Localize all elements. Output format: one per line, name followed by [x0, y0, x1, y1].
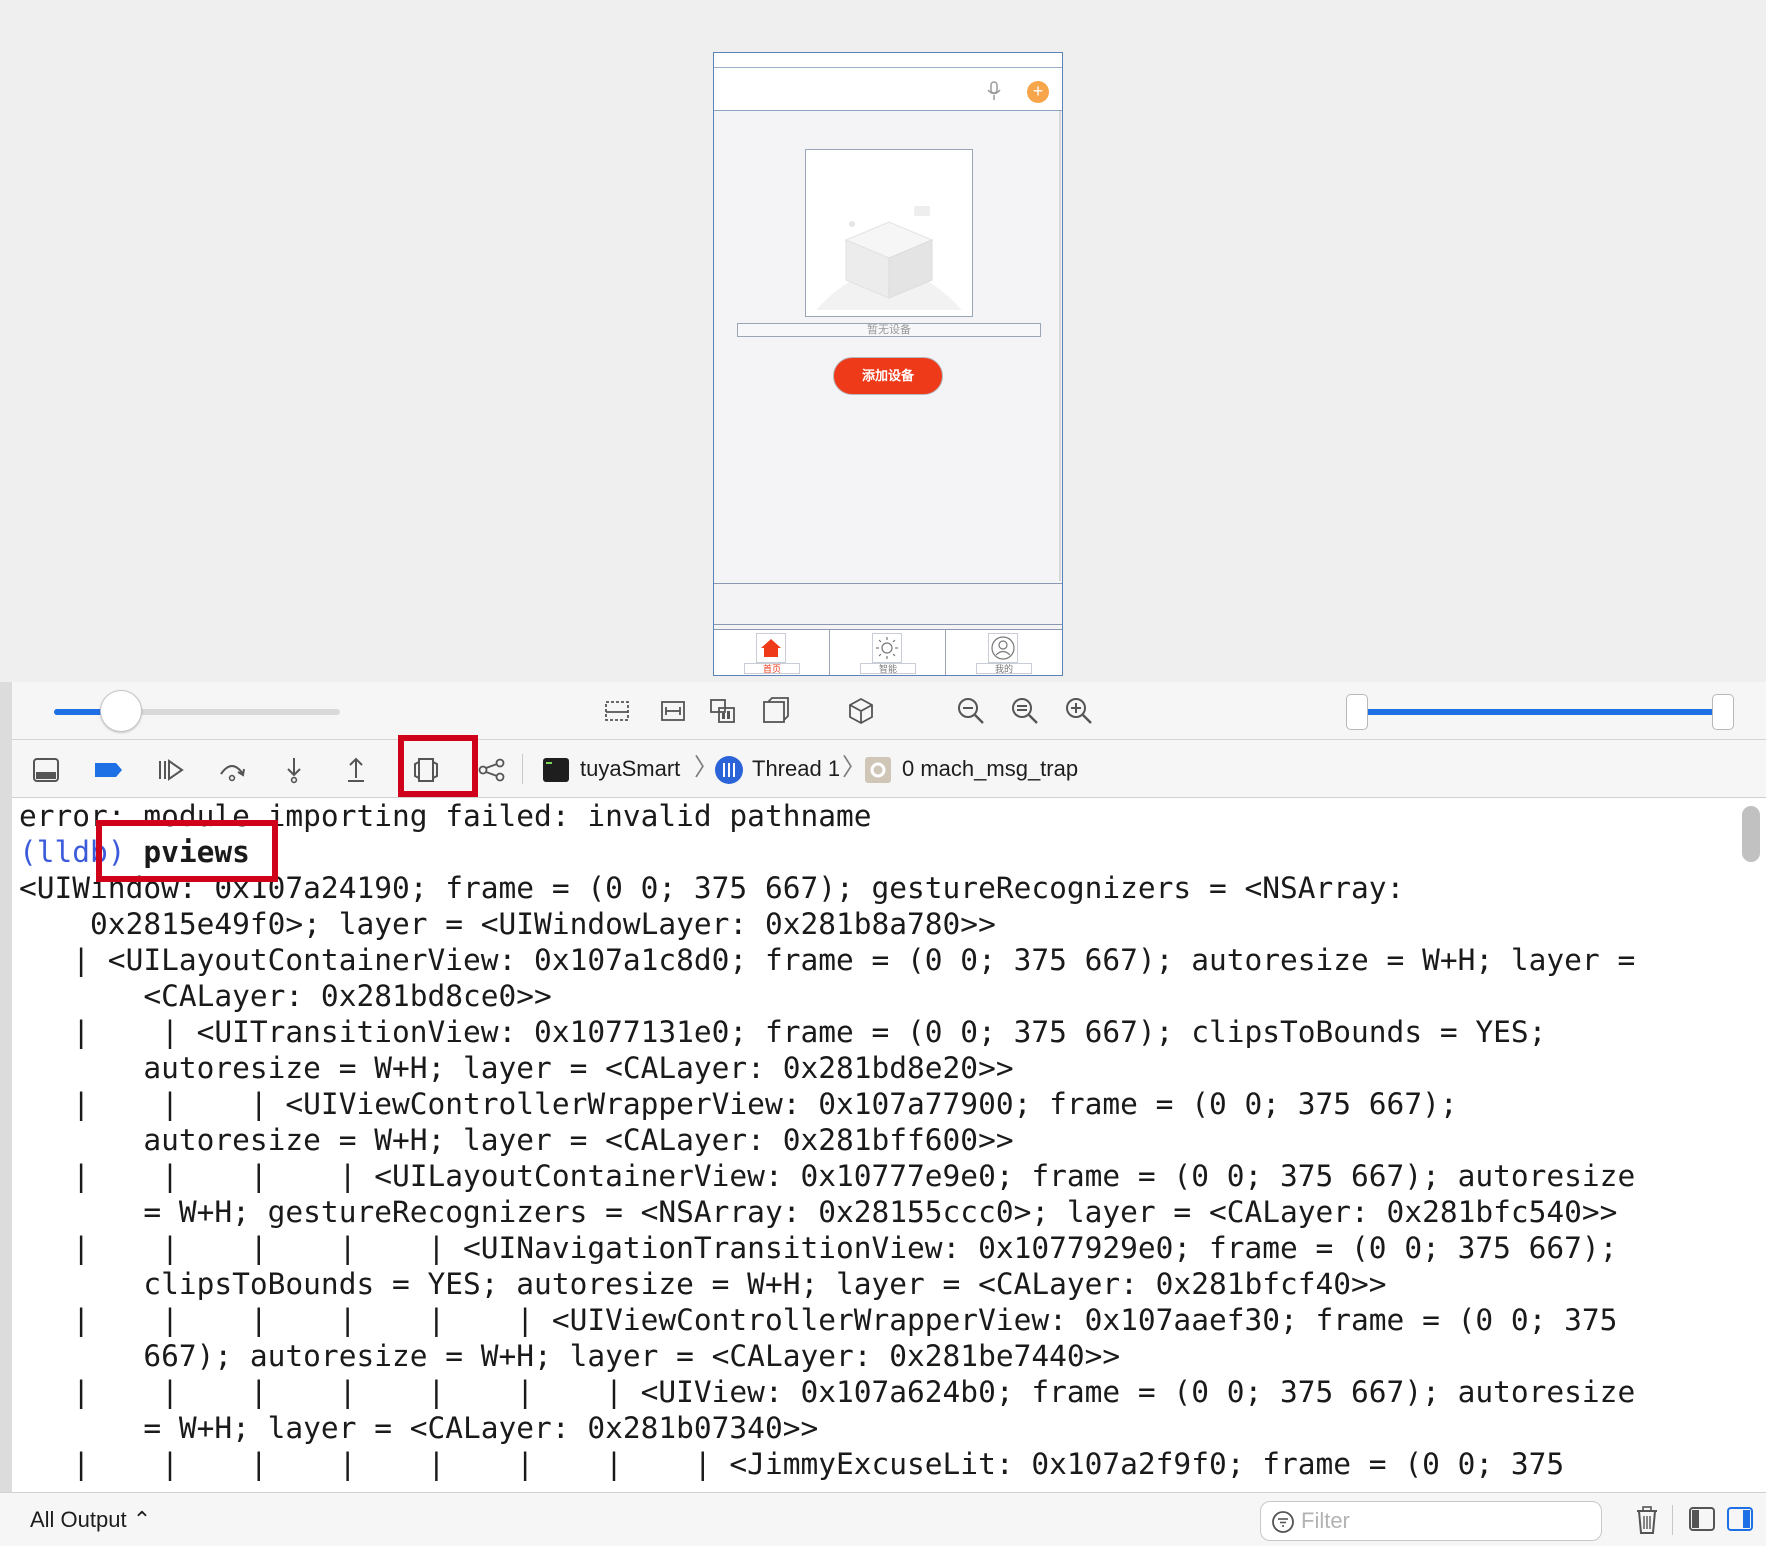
filter-icon	[1272, 1511, 1294, 1533]
zoom-out-icon[interactable]	[956, 696, 986, 726]
content-bottom-view	[714, 583, 1062, 625]
empty-box-illustration	[816, 206, 962, 310]
footer-divider	[1672, 1505, 1673, 1535]
filter-input[interactable]	[1301, 1506, 1591, 1536]
tab-label: 智能	[860, 663, 916, 674]
spacing-slider-knob[interactable]	[100, 690, 142, 732]
navigation-bar[interactable]: +	[714, 53, 1062, 111]
console-scrollbar[interactable]	[1742, 806, 1760, 862]
home-icon	[756, 633, 786, 663]
breadcrumb-app[interactable]: tuyaSmart	[580, 754, 680, 784]
terminal-app-icon	[543, 758, 569, 782]
console-line: | | | | | <UINavigationTransitionView: 0…	[19, 1231, 1618, 1265]
filter-field[interactable]	[1260, 1501, 1602, 1541]
output-selector[interactable]: All Output ⌃	[30, 1505, 151, 1535]
thread-icon	[715, 756, 743, 784]
debug-console[interactable]: error: module importing failed: invalid …	[12, 798, 1766, 1492]
show-variables-view-icon[interactable]	[1688, 1505, 1716, 1533]
tab-home[interactable]: 首页	[714, 630, 830, 675]
change-canvas-icon[interactable]	[760, 696, 790, 726]
console-line: 0x2815e49f0>; layer = <UIWindowLayer: 0x…	[19, 907, 996, 941]
scroll-indicator	[1059, 111, 1061, 581]
show-constraints-icon[interactable]	[658, 696, 688, 726]
step-into-icon[interactable]	[278, 754, 310, 786]
continue-icon[interactable]	[154, 754, 186, 786]
debug-bar: tuyaSmart 〉 Thread 1 〉 0 mach_msg_trap	[12, 740, 1766, 798]
console-output[interactable]: error: module importing failed: invalid …	[19, 798, 1729, 1482]
console-line: <CALayer: 0x281bd8ce0>>	[19, 979, 552, 1013]
console-line: clipsToBounds = YES; autoresize = W+H; l…	[19, 1267, 1387, 1301]
hide-debug-area-icon[interactable]	[30, 754, 62, 786]
view-range-track[interactable]	[1346, 709, 1726, 715]
console-line: | | | | <UILayoutContainerView: 0x10777e…	[19, 1159, 1636, 1193]
phone-wireframe[interactable]: + 暂无设备 添加设备 首页 智能 我的	[713, 52, 1063, 676]
console-line: | | | | | | | | <JimmyExcuseLit: 0x107a2…	[19, 1447, 1565, 1481]
add-plus-icon[interactable]: +	[1027, 81, 1049, 103]
empty-state-image	[805, 149, 973, 317]
console-line: 667); autoresize = W+H; layer = <CALayer…	[19, 1339, 1121, 1373]
highlight-box-pviews-command	[96, 820, 278, 882]
tab-label: 我的	[976, 663, 1032, 674]
console-line: autoresize = W+H; layer = <CALayer: 0x28…	[19, 1123, 1014, 1157]
breadcrumb-thread[interactable]: Thread 1	[752, 754, 840, 784]
orient-3d-icon[interactable]	[846, 696, 876, 726]
view-range-right-handle[interactable]	[1712, 694, 1734, 730]
console-line: | | | <UIViewControllerWrapperView: 0x10…	[19, 1087, 1458, 1121]
add-device-button[interactable]: 添加设备	[833, 357, 943, 395]
console-line: | | <UITransitionView: 0x1077131e0; fram…	[19, 1015, 1547, 1049]
status-bar-divider	[714, 67, 1062, 68]
console-line: | | | | | | | <UIView: 0x107a624b0; fram…	[19, 1375, 1636, 1409]
memory-graph-icon[interactable]	[476, 754, 508, 786]
user-icon	[988, 633, 1018, 663]
tab-label: 首页	[744, 663, 800, 674]
console-line: | <UILayoutContainerView: 0x107a1c8d0; f…	[19, 943, 1636, 977]
zoom-in-icon[interactable]	[1064, 696, 1094, 726]
breadcrumb-chevron-icon: 〉	[842, 754, 866, 781]
step-over-icon[interactable]	[216, 754, 248, 786]
breadcrumb-frame[interactable]: 0 mach_msg_trap	[902, 754, 1078, 784]
toolbar-divider	[522, 754, 523, 784]
console-line: = W+H; layer = <CALayer: 0x281b07340>>	[19, 1411, 819, 1445]
empty-state-label-frame: 暂无设备	[737, 323, 1041, 337]
empty-state-label: 暂无设备	[867, 324, 911, 336]
trash-icon[interactable]	[1634, 1505, 1660, 1535]
console-line: | | | | | | <UIViewControllerWrapperView…	[19, 1303, 1618, 1337]
show-console-view-icon[interactable]	[1726, 1505, 1754, 1533]
step-out-icon[interactable]	[340, 754, 372, 786]
highlight-box-view-hierarchy-button	[398, 735, 478, 797]
show-clipped-icon[interactable]	[602, 696, 632, 726]
tab-me[interactable]: 我的	[946, 630, 1062, 675]
actual-size-icon[interactable]	[1010, 696, 1040, 726]
stack-frame-icon	[865, 757, 891, 783]
microphone-icon[interactable]	[986, 81, 1002, 101]
view-hierarchy-canvas[interactable]: + 暂无设备 添加设备 首页 智能 我的	[0, 0, 1766, 682]
console-line: autoresize = W+H; layer = <CALayer: 0x28…	[19, 1051, 1014, 1085]
canvas-controls-bar	[12, 682, 1766, 740]
wireframe-contents-icon[interactable]	[708, 696, 738, 726]
breakpoints-toggle-icon[interactable]	[92, 754, 124, 786]
sun-icon	[872, 633, 902, 663]
tab-bar[interactable]: 首页 智能 我的	[714, 629, 1062, 675]
console-line: = W+H; gestureRecognizers = <NSArray: 0x…	[19, 1195, 1618, 1229]
console-footer: All Output ⌃	[0, 1492, 1766, 1546]
view-range-left-handle[interactable]	[1346, 694, 1368, 730]
tab-smart[interactable]: 智能	[830, 630, 946, 675]
